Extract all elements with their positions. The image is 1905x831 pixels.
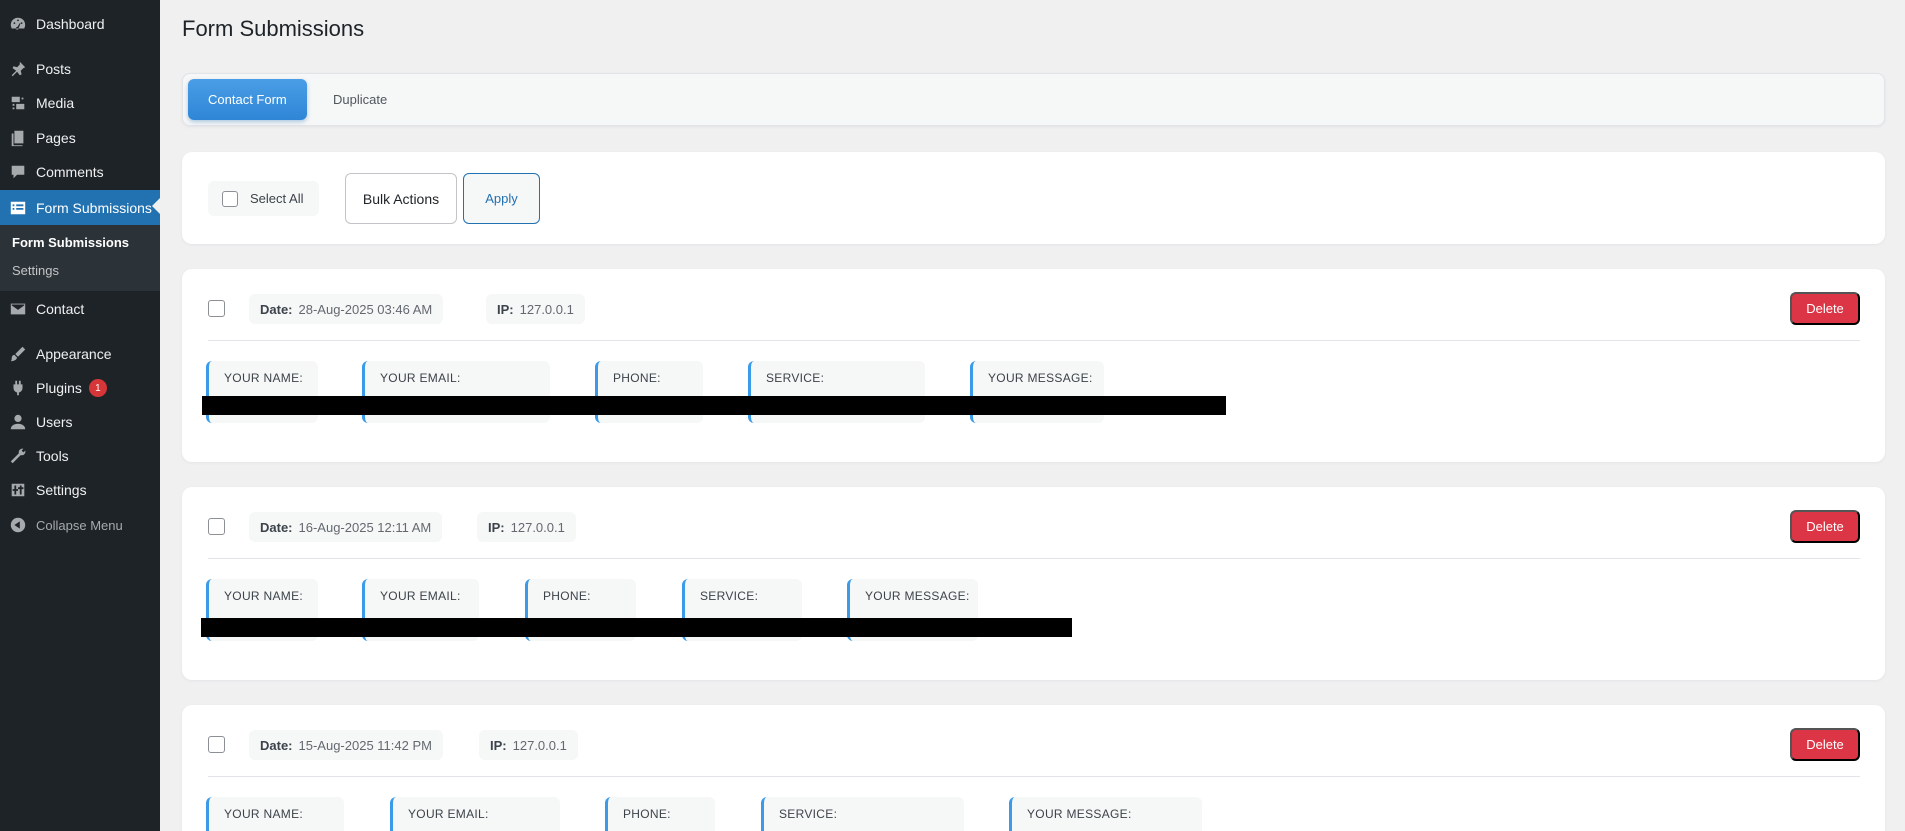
form-icon: [0, 199, 36, 217]
sidebar-item-comments[interactable]: Comments: [0, 156, 160, 188]
field-your-email: YOUR EMAIL:: [390, 797, 560, 831]
field-your-name: YOUR NAME:: [206, 797, 344, 831]
field-service: SERVICE:: [761, 797, 964, 831]
ip-pill: IP: 127.0.0.1: [479, 730, 578, 760]
bulk-actions-select[interactable]: Bulk Actions: [345, 173, 457, 224]
page-title: Form Submissions: [182, 16, 365, 41]
wrench-icon: [0, 447, 36, 465]
redaction-bar: [202, 396, 1226, 415]
sidebar-item-posts[interactable]: Posts: [0, 53, 160, 85]
field-your-message: YOUR MESSAGE:: [1009, 797, 1202, 831]
delete-button[interactable]: Delete: [1790, 292, 1860, 325]
settings-icon: [0, 481, 36, 499]
date-label: Date:: [260, 301, 293, 317]
ip-label: IP:: [497, 301, 514, 317]
ip-label: IP:: [488, 519, 505, 535]
tab-duplicate[interactable]: Duplicate: [313, 79, 407, 120]
submission-card: Date: 28-Aug-2025 03:46 AM IP: 127.0.0.1…: [182, 269, 1885, 462]
media-icon: [0, 94, 36, 112]
field-phone: PHONE:: [605, 797, 715, 831]
sidebar-item-label: Pages: [36, 130, 76, 146]
sidebar-item-label: Posts: [36, 61, 72, 77]
sidebar-item-contact[interactable]: Contact: [0, 293, 160, 325]
date-pill: Date: 28-Aug-2025 03:46 AM: [249, 294, 444, 324]
collapse-menu-button[interactable]: Collapse Menu: [0, 509, 160, 541]
submission-card: Date: 16-Aug-2025 12:11 AM IP: 127.0.0.1…: [182, 487, 1885, 680]
sidebar-item-label: Dashboard: [36, 16, 105, 32]
collapse-icon: [0, 516, 36, 534]
sidebar-item-label: Form Submissions: [36, 199, 152, 216]
sidebar-item-tools[interactable]: Tools: [0, 440, 160, 472]
ip-value: 127.0.0.1: [512, 737, 567, 753]
sidebar-item-label: Plugins: [36, 380, 82, 396]
date-label: Date:: [260, 737, 293, 753]
dashboard-icon: [0, 15, 36, 33]
card-divider: [208, 776, 1860, 777]
plugins-update-badge: 1: [88, 379, 107, 397]
submission-checkbox[interactable]: [208, 300, 225, 317]
sidebar-item-label: Appearance: [36, 346, 112, 362]
sidebar-item-label: Tools: [36, 448, 69, 464]
bulk-actions-panel: Select All Bulk Actions Apply: [182, 152, 1885, 244]
brush-icon: [0, 345, 36, 363]
date-value: 28-Aug-2025 03:46 AM: [298, 301, 433, 317]
mail-icon: [0, 300, 36, 318]
sidebar-item-appearance[interactable]: Appearance: [0, 338, 160, 370]
pin-icon: [0, 60, 36, 78]
pages-icon: [0, 129, 36, 147]
apply-button[interactable]: Apply: [463, 173, 540, 224]
redaction-bar: [201, 618, 1072, 637]
comment-icon: [0, 163, 36, 181]
sidebar-item-label: Users: [36, 414, 73, 430]
sidebar-item-form-submissions[interactable]: Form Submissions: [0, 190, 160, 225]
sidebar-item-media[interactable]: Media: [0, 87, 160, 119]
sidebar-item-settings[interactable]: Settings: [0, 474, 160, 506]
date-label: Date:: [260, 519, 293, 535]
submission-checkbox[interactable]: [208, 736, 225, 753]
select-all-control[interactable]: Select All: [208, 181, 319, 216]
sidebar-item-label: Comments: [36, 164, 104, 180]
submission-card: Date: 15-Aug-2025 11:42 PM IP: 127.0.0.1…: [182, 705, 1885, 831]
card-divider: [208, 558, 1860, 559]
delete-button[interactable]: Delete: [1790, 510, 1860, 543]
sidebar-item-plugins[interactable]: Plugins 1: [0, 372, 160, 404]
sidebar-item-label: Media: [36, 95, 75, 111]
sidebar-item-label: Collapse Menu: [36, 517, 123, 533]
form-tabs: Contact Form Duplicate: [182, 73, 1885, 126]
date-pill: Date: 16-Aug-2025 12:11 AM: [249, 512, 443, 542]
ip-pill: IP: 127.0.0.1: [477, 512, 576, 542]
plugin-icon: [0, 379, 36, 397]
sidebar-item-label: Settings: [36, 482, 87, 498]
ip-pill: IP: 127.0.0.1: [486, 294, 585, 324]
sidebar-item-pages[interactable]: Pages: [0, 122, 160, 154]
submenu-item-settings[interactable]: Settings: [12, 263, 59, 278]
sidebar-item-label: Contact: [36, 301, 85, 317]
date-value: 15-Aug-2025 11:42 PM: [298, 737, 432, 753]
submenu-item-form-submissions[interactable]: Form Submissions: [12, 235, 129, 250]
sidebar-item-users[interactable]: Users: [0, 406, 160, 438]
submission-checkbox[interactable]: [208, 518, 225, 535]
sidebar-item-dashboard[interactable]: Dashboard: [0, 8, 160, 40]
tab-contact-form[interactable]: Contact Form: [188, 79, 307, 120]
delete-button[interactable]: Delete: [1790, 728, 1860, 761]
ip-value: 127.0.0.1: [510, 519, 565, 535]
ip-label: IP:: [490, 737, 507, 753]
sidebar-submenu: Form Submissions Settings: [0, 225, 160, 291]
date-value: 16-Aug-2025 12:11 AM: [298, 519, 432, 535]
ip-value: 127.0.0.1: [519, 301, 574, 317]
date-pill: Date: 15-Aug-2025 11:42 PM: [249, 730, 443, 760]
select-all-checkbox[interactable]: [222, 190, 238, 207]
card-divider: [208, 340, 1860, 341]
admin-sidebar: Dashboard Posts Media Pages Comments For…: [0, 0, 160, 831]
user-icon: [0, 413, 36, 431]
select-all-label: Select All: [250, 191, 304, 206]
